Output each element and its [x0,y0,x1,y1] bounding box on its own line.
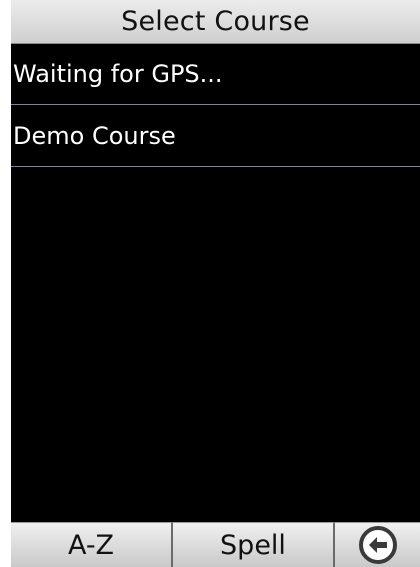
az-sort-label: A-Z [67,529,115,561]
arrow-left-circle-icon [358,525,398,565]
list-item-demo-course[interactable]: Demo Course [11,106,420,167]
list-item-waiting-for-gps[interactable]: Waiting for GPS... [11,44,420,105]
az-sort-button[interactable]: A-Z [11,522,173,567]
list-item-label: Demo Course [13,122,176,150]
page-title: Select Course [121,6,310,37]
bottom-toolbar: A-Z Spell [11,522,420,567]
back-button[interactable] [335,522,420,567]
spell-button[interactable]: Spell [173,522,335,567]
course-list: Waiting for GPS... Demo Course [11,44,420,522]
title-bar: Select Course [11,0,420,44]
list-item-label: Waiting for GPS... [13,60,223,88]
device-screen: Select Course Waiting for GPS... Demo Co… [0,0,420,567]
left-gutter [0,0,11,567]
spell-label: Spell [220,529,286,561]
